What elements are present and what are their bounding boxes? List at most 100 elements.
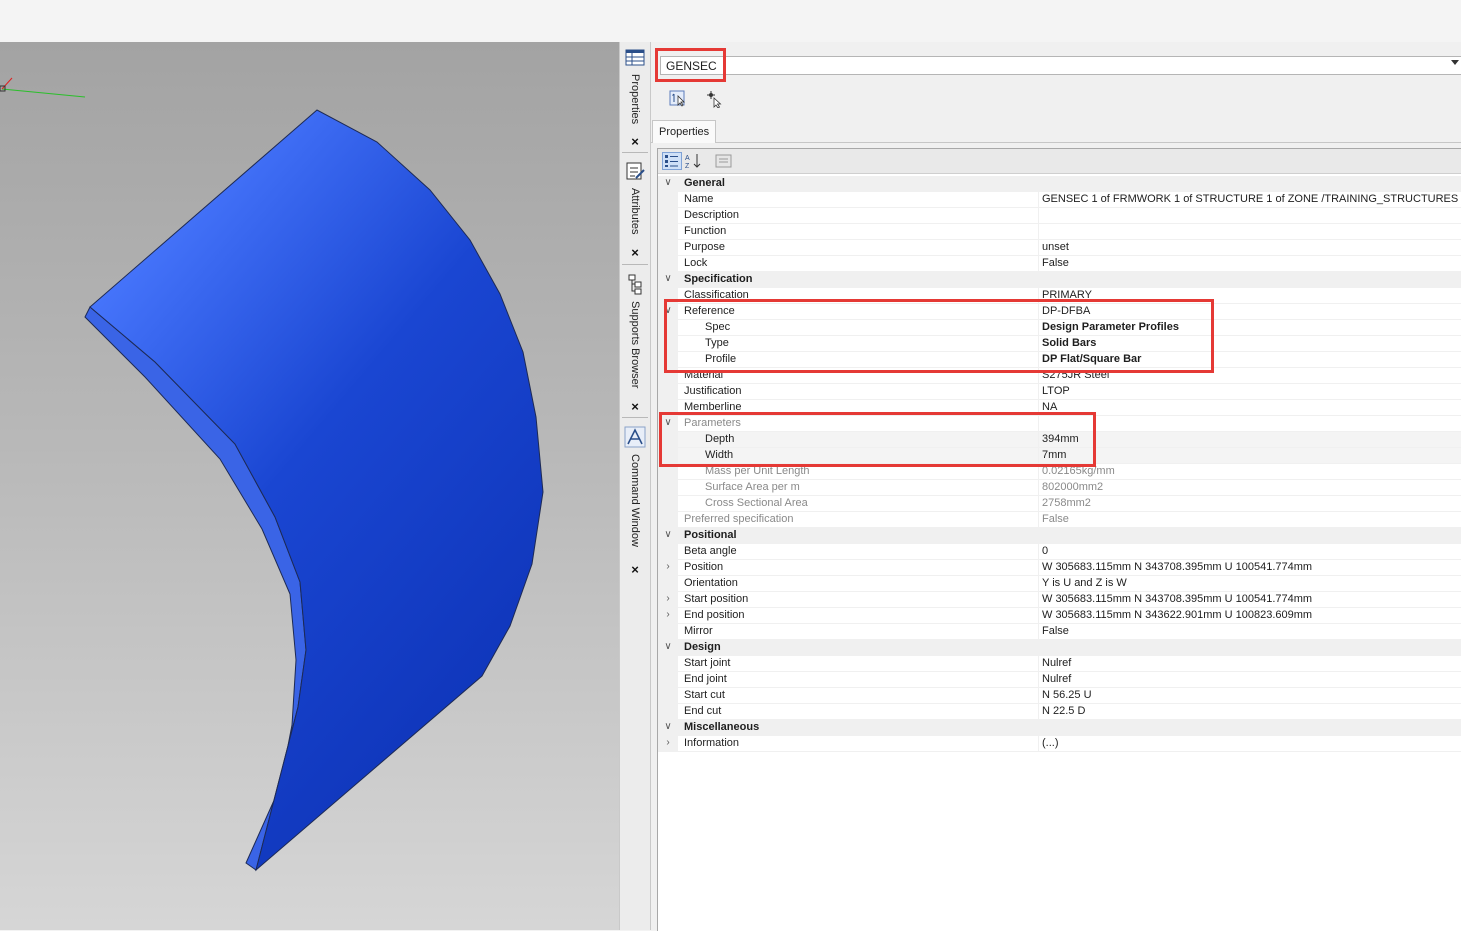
property-value[interactable]: S275JR Steel [1042, 369, 1109, 381]
property-row-depth[interactable]: Depth 394mm [658, 432, 1461, 448]
chevron-down-icon[interactable]: ∨ [663, 305, 673, 316]
side-tab-attributes[interactable]: Attributes × [620, 156, 650, 267]
chevron-down-icon[interactable]: ∨ [663, 721, 673, 732]
property-value[interactable]: DP-DFBA [1042, 305, 1090, 317]
property-row-preferred_specification[interactable]: Preferred specification False [658, 512, 1461, 528]
property-value[interactable]: 802000mm2 [1042, 481, 1103, 493]
property-row-width[interactable]: Width 7mm [658, 448, 1461, 464]
property-row-start_position[interactable]: › Start position W 305683.115mm N 343708.3… [658, 592, 1461, 608]
chevron-right-icon[interactable]: › [663, 737, 673, 748]
property-value[interactable]: W 305683.115mm N 343708.395mm U 100541.7… [1042, 561, 1312, 573]
property-value[interactable]: NA [1042, 401, 1057, 413]
chevron-down-icon[interactable]: ∨ [663, 417, 673, 428]
property-value[interactable]: Solid Bars [1042, 337, 1096, 349]
property-value[interactable]: Nulref [1042, 673, 1071, 685]
property-row-end_joint[interactable]: End joint Nulref [658, 672, 1461, 688]
property-value[interactable]: Y is U and Z is W [1042, 577, 1127, 589]
element-selector-dropdown[interactable]: GENSEC [660, 56, 1461, 75]
side-tab-command-window[interactable]: Command Window × [620, 422, 650, 584]
property-value[interactable]: unset [1042, 241, 1069, 253]
property-row-surface_area_per_m[interactable]: Surface Area per m 802000mm2 [658, 480, 1461, 496]
category-label: Positional [684, 529, 737, 541]
property-row-type[interactable]: Type Solid Bars [658, 336, 1461, 352]
property-row-cross_sectional_area[interactable]: Cross Sectional Area 2758mm2 [658, 496, 1461, 512]
pick-element-icon[interactable] [669, 90, 687, 108]
category-positional[interactable]: ∨ Positional [658, 528, 1461, 544]
property-row-reference[interactable]: ∨ Reference DP-DFBA [658, 304, 1461, 320]
property-row-description[interactable]: Description [658, 208, 1461, 224]
property-value[interactable]: W 305683.115mm N 343708.395mm U 100541.7… [1042, 593, 1312, 605]
tab-properties[interactable]: Properties [652, 120, 717, 143]
property-value[interactable]: LTOP [1042, 385, 1070, 397]
property-label: Material [684, 369, 724, 381]
sort-alphabetical-icon[interactable]: A Z [684, 152, 704, 170]
property-row-purpose[interactable]: Purpose unset [658, 240, 1461, 256]
property-row-position[interactable]: › Position W 305683.115mm N 343708.395mm U… [658, 560, 1461, 576]
chevron-right-icon[interactable]: › [663, 593, 673, 604]
property-value[interactable]: PRIMARY [1042, 289, 1092, 301]
category-label: Specification [684, 273, 753, 285]
property-row-information[interactable]: › Information (...) [658, 736, 1461, 752]
property-row-end_position[interactable]: › End position W 305683.115mm N 343622.901… [658, 608, 1461, 624]
property-value[interactable]: W 305683.115mm N 343622.901mm U 100823.6… [1042, 609, 1312, 621]
property-row-parameters[interactable]: ∨ Parameters [658, 416, 1461, 432]
categorized-view-icon[interactable] [662, 152, 682, 170]
property-row-mass_per_unit_length[interactable]: Mass per Unit Length 0.02165kg/mm [658, 464, 1461, 480]
selected-element: GENSEC [666, 59, 717, 73]
property-row-beta_angle[interactable]: Beta angle 0 [658, 544, 1461, 560]
category-miscellaneous[interactable]: ∨ Miscellaneous [658, 720, 1461, 736]
property-value[interactable]: False [1042, 257, 1069, 269]
property-row-lock[interactable]: Lock False [658, 256, 1461, 272]
property-value[interactable]: 0 [1042, 545, 1048, 557]
property-value[interactable]: 7mm [1042, 449, 1066, 461]
property-value[interactable]: N 22.5 D [1042, 705, 1085, 717]
category-general[interactable]: ∨ General [658, 176, 1461, 192]
property-value[interactable]: DP Flat/Square Bar [1042, 353, 1141, 365]
chevron-right-icon[interactable]: › [663, 609, 673, 620]
side-tab-supports-browser[interactable]: Supports Browser × [620, 269, 650, 419]
property-row-material[interactable]: Material S275JR Steel [658, 368, 1461, 384]
close-icon[interactable]: × [620, 134, 650, 149]
property-row-start_cut[interactable]: Start cut N 56.25 U [658, 688, 1461, 704]
property-row-justification[interactable]: Justification LTOP [658, 384, 1461, 400]
property-row-end_cut[interactable]: End cut N 22.5 D [658, 704, 1461, 720]
property-row-spec[interactable]: Spec Design Parameter Profiles [658, 320, 1461, 336]
close-icon[interactable]: × [620, 399, 650, 414]
chevron-right-icon[interactable]: › [663, 561, 673, 572]
property-label: Information [684, 737, 740, 749]
chevron-down-icon[interactable]: ∨ [663, 273, 673, 284]
chevron-down-icon[interactable] [1451, 60, 1459, 65]
category-design[interactable]: ∨ Design [658, 640, 1461, 656]
property-value[interactable]: Nulref [1042, 657, 1071, 669]
close-icon[interactable]: × [620, 562, 650, 577]
property-value[interactable]: GENSEC 1 of FRMWORK 1 of STRUCTURE 1 of … [1042, 193, 1458, 205]
property-value[interactable]: 394mm [1042, 433, 1079, 445]
select-cursor-icon[interactable] [706, 90, 724, 108]
close-icon[interactable]: × [620, 245, 650, 260]
property-row-function[interactable]: Function [658, 224, 1461, 240]
property-row-name[interactable]: Name GENSEC 1 of FRMWORK 1 of STRUCTURE 1… [658, 192, 1461, 208]
chevron-down-icon[interactable]: ∨ [663, 641, 673, 652]
chevron-down-icon[interactable]: ∨ [663, 177, 673, 188]
property-label: End cut [684, 705, 722, 717]
property-row-memberline[interactable]: Memberline NA [658, 400, 1461, 416]
property-label: Beta angle [684, 545, 737, 557]
property-row-profile[interactable]: Profile DP Flat/Square Bar [658, 352, 1461, 368]
property-value[interactable]: Design Parameter Profiles [1042, 321, 1179, 333]
property-value[interactable]: False [1042, 513, 1069, 525]
property-value[interactable]: False [1042, 625, 1069, 637]
property-value[interactable]: 2758mm2 [1042, 497, 1091, 509]
3d-model-canvas[interactable] [0, 42, 619, 930]
property-row-classification[interactable]: Classification PRIMARY [658, 288, 1461, 304]
property-pages-icon[interactable] [714, 152, 734, 170]
property-row-orientation[interactable]: Orientation Y is U and Z is W [658, 576, 1461, 592]
3d-viewport[interactable] [0, 42, 619, 930]
property-value[interactable]: 0.02165kg/mm [1042, 465, 1115, 477]
property-row-start_joint[interactable]: Start joint Nulref [658, 656, 1461, 672]
chevron-down-icon[interactable]: ∨ [663, 529, 673, 540]
property-value[interactable]: (...) [1042, 737, 1059, 749]
property-row-mirror[interactable]: Mirror False [658, 624, 1461, 640]
side-tab-properties[interactable]: Properties × [620, 42, 650, 154]
property-value[interactable]: N 56.25 U [1042, 689, 1092, 701]
category-specification[interactable]: ∨ Specification [658, 272, 1461, 288]
